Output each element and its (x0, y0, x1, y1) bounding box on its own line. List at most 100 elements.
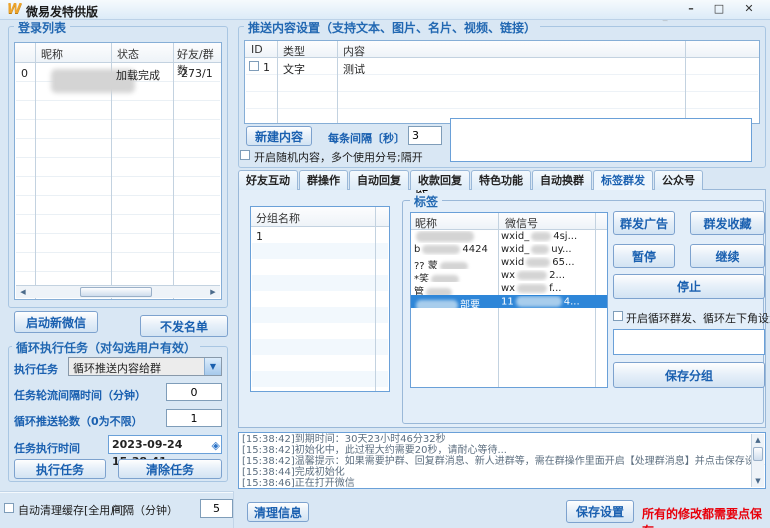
col-wechat-id: 微信号 (505, 215, 538, 231)
divider (233, 491, 234, 528)
log-area[interactable]: [15:38:42]到期时间：30天23小时46分32秒 [15:38:42]初… (238, 432, 766, 489)
divider (337, 41, 338, 123)
divider (277, 41, 278, 123)
app-logo-icon: W (7, 2, 21, 17)
group-name-input[interactable] (613, 329, 765, 355)
mass-send-ads-button[interactable]: 群发广告 (613, 211, 675, 235)
col-id: ID (251, 43, 263, 56)
start-new-wechat-button[interactable]: 启动新微信 (14, 311, 98, 333)
divider (173, 43, 174, 299)
tab-payment-reply[interactable]: 收款回复 (410, 170, 470, 190)
content-textarea[interactable] (450, 118, 752, 162)
close-button[interactable]: ✕ (740, 2, 758, 17)
login-table-header: 昵称 状态 好友/群数 (15, 43, 221, 63)
tab-auto-switch-group[interactable]: 自动换群 (532, 170, 592, 190)
tags-title: 标签 (410, 193, 442, 210)
minimize-button[interactable]: – (682, 2, 700, 17)
round-interval-label: 任务轮流间隔时间（分钟） (14, 387, 146, 403)
save-settings-button[interactable]: 保存设置 (566, 500, 634, 523)
scroll-up-icon[interactable]: ▲ (752, 434, 764, 446)
maximize-button[interactable]: □ (710, 2, 728, 17)
tab-friend-interaction[interactable]: 好友互动 (238, 170, 298, 190)
log-vscrollbar[interactable]: ▲ ▼ (751, 434, 764, 487)
login-list-table: 昵称 状态 好友/群数 0 加载完成 273/1 ◀ ▶ (14, 42, 222, 300)
login-row-count: 273/1 (181, 67, 213, 80)
clean-interval-input[interactable] (200, 499, 233, 518)
log-line: [15:38:46]正在打开微信 (242, 478, 749, 489)
tab-special-features[interactable]: 特色功能 (471, 170, 531, 190)
auto-clean-label: 自动清理缓存[全用户] (18, 502, 126, 518)
content-row-id: 1 (263, 61, 270, 74)
login-row-status[interactable]: 加载完成 (116, 67, 160, 83)
tab-group-operations[interactable]: 群操作 (299, 170, 348, 190)
window-title: 微易发特供版 (26, 3, 98, 20)
loop-task-title: 循环执行任务（对勾选用户有效） (12, 339, 200, 356)
login-hscrollbar[interactable]: ◀ ▶ (16, 285, 220, 298)
scroll-thumb[interactable] (753, 447, 763, 461)
tab-official-account[interactable]: 公众号 (654, 170, 703, 190)
tag-row[interactable]: *笑 wx2... (411, 269, 607, 282)
loop-rounds-input[interactable] (166, 409, 222, 427)
group-row[interactable]: 1 (256, 230, 263, 243)
tag-row-selected[interactable]: 部要 114... (411, 295, 607, 308)
divider (0, 491, 233, 492)
scroll-down-icon[interactable]: ▼ (752, 475, 764, 487)
tags-table-header: 昵称 微信号 (411, 213, 607, 230)
divider (35, 43, 36, 299)
tags-table: 昵称 微信号 wxid_4sj... b4424 wxid_uy... ?? 蒙… (410, 212, 608, 388)
msg-interval-input[interactable] (408, 126, 442, 145)
col-content: 内容 (343, 43, 365, 59)
col-tag-nickname: 昵称 (415, 215, 437, 231)
tag-row[interactable]: 管 wxf... (411, 282, 607, 295)
group-list-header: 分组名称 (251, 207, 389, 227)
resume-button[interactable]: 继续 (690, 244, 765, 268)
round-interval-input[interactable] (166, 383, 222, 401)
task-dropdown[interactable]: 循环推送内容给群 ▼ (68, 357, 222, 376)
divider (685, 41, 686, 123)
loop-mass-send-label: 开启循环群发、循环左下角设置 (626, 310, 770, 326)
push-content-title: 推送内容设置（支持文本、图片、名片、视频、链接） (244, 19, 540, 36)
content-row-content[interactable]: 测试 (343, 61, 365, 77)
content-row-type: 文字 (283, 61, 305, 77)
clear-task-button[interactable]: 清除任务 (118, 459, 222, 479)
tab-tag-mass-send[interactable]: 标签群发 (593, 170, 653, 190)
divider (375, 207, 376, 391)
mass-send-favorites-button[interactable]: 群发收藏 (690, 211, 765, 235)
col-type: 类型 (283, 43, 305, 59)
tag-row[interactable]: ?? 蒙 wxid65... (411, 256, 607, 269)
loop-mass-send-checkbox[interactable] (613, 311, 623, 321)
login-list-title: 登录列表 (14, 19, 70, 36)
tab-auto-reply[interactable]: 自动回复 (349, 170, 409, 190)
pause-button[interactable]: 暂停 (613, 244, 675, 268)
scroll-left-icon[interactable]: ◀ (18, 286, 28, 298)
title-bar: W 微易发特供版 – □ ✕ (0, 0, 770, 20)
no-send-list-button[interactable]: 不发名单 (140, 315, 228, 337)
datetime-spinner-icon[interactable]: ◈ (212, 437, 220, 454)
task-time-label: 任务执行时间 (14, 440, 80, 456)
execute-task-button[interactable]: 执行任务 (14, 459, 106, 479)
tag-row[interactable]: b4424 wxid_uy... (411, 243, 607, 256)
new-content-button[interactable]: 新建内容 (246, 126, 312, 146)
task-time-picker[interactable]: 2023-09-24 15:38:41 ◈ (108, 435, 222, 454)
tab-strip: 好友互动 群操作 自动回复 收款回复 特色功能 自动换群 标签群发 公众号 (238, 170, 703, 190)
scroll-thumb[interactable] (80, 287, 152, 297)
stop-button[interactable]: 停止 (613, 274, 765, 299)
log-line: [15:38:42]到期时间：30天23小时46分32秒 (242, 434, 749, 445)
col-group-name: 分组名称 (256, 210, 300, 226)
log-line: [15:38:42]初始化中，此过程大约需要20秒，请耐心等待... (242, 445, 749, 456)
random-content-checkbox[interactable] (240, 150, 250, 160)
auto-clean-checkbox[interactable] (4, 503, 14, 513)
tag-row[interactable]: wxid_4sj... (411, 230, 607, 243)
clean-info-button[interactable]: 清理信息 (247, 502, 309, 522)
chevron-down-icon[interactable]: ▼ (204, 358, 221, 375)
save-group-button[interactable]: 保存分组 (613, 362, 765, 388)
app-window: W 微易发特供版 – □ ✕ IQI 登录列表 昵称 状态 好友/群数 0 加载… (0, 0, 770, 528)
loop-rounds-label: 循环推送轮数（0为不限） (14, 413, 143, 429)
scroll-right-icon[interactable]: ▶ (208, 286, 218, 298)
clean-interval-label: 间隔（分钟） (112, 502, 178, 518)
group-name-list: 分组名称 1 (250, 206, 390, 392)
msg-interval-label: 每条间隔〔秒〕 (328, 130, 405, 146)
content-row-checkbox[interactable] (249, 61, 259, 71)
push-content-table: ID 类型 内容 1 文字 测试 (244, 40, 760, 124)
task-label: 执行任务 (14, 361, 58, 377)
